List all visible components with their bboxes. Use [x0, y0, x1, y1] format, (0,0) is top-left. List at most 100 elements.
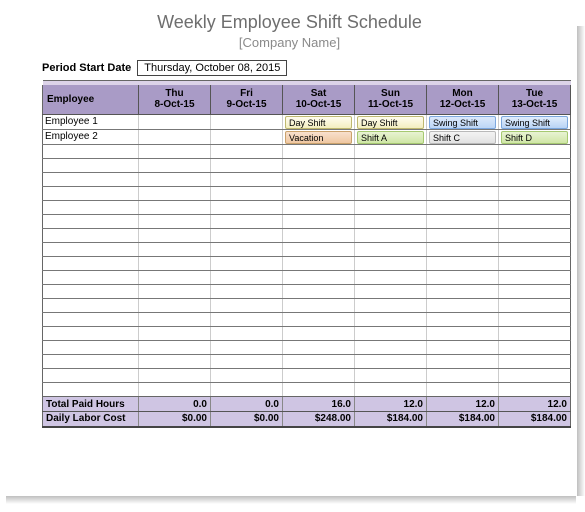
shift-cell[interactable]	[355, 145, 427, 159]
shift-cell[interactable]	[283, 327, 355, 341]
shift-cell[interactable]	[139, 229, 211, 243]
employee-name-cell[interactable]	[43, 243, 139, 257]
shift-cell[interactable]	[283, 229, 355, 243]
shift-cell[interactable]	[499, 173, 571, 187]
shift-cell[interactable]	[283, 299, 355, 313]
shift-cell[interactable]	[139, 187, 211, 201]
shift-cell[interactable]	[211, 159, 283, 173]
shift-cell[interactable]	[211, 173, 283, 187]
shift-cell[interactable]	[427, 341, 499, 355]
shift-cell[interactable]	[499, 327, 571, 341]
shift-cell[interactable]	[211, 383, 283, 397]
shift-cell[interactable]	[499, 383, 571, 397]
shift-cell[interactable]	[283, 369, 355, 383]
shift-cell[interactable]	[355, 257, 427, 271]
shift-cell[interactable]	[499, 271, 571, 285]
shift-cell[interactable]	[355, 229, 427, 243]
shift-cell[interactable]	[211, 187, 283, 201]
shift-cell[interactable]	[499, 299, 571, 313]
shift-cell[interactable]	[283, 215, 355, 229]
shift-cell[interactable]	[283, 201, 355, 215]
employee-name-cell[interactable]	[43, 313, 139, 327]
shift-cell[interactable]	[211, 327, 283, 341]
period-start-date-field[interactable]: Thursday, October 08, 2015	[137, 60, 287, 76]
employee-name-cell[interactable]	[43, 145, 139, 159]
shift-cell[interactable]	[355, 271, 427, 285]
shift-cell[interactable]	[139, 369, 211, 383]
shift-cell[interactable]	[139, 130, 211, 145]
shift-cell[interactable]	[139, 159, 211, 173]
shift-cell[interactable]	[139, 243, 211, 257]
employee-name-cell[interactable]	[43, 383, 139, 397]
shift-cell[interactable]	[427, 313, 499, 327]
employee-name-cell[interactable]: Employee 1	[43, 115, 139, 130]
shift-cell[interactable]	[283, 355, 355, 369]
shift-cell[interactable]	[283, 187, 355, 201]
shift-cell[interactable]	[211, 257, 283, 271]
shift-cell[interactable]	[355, 355, 427, 369]
shift-cell[interactable]	[355, 383, 427, 397]
employee-name-cell[interactable]	[43, 201, 139, 215]
shift-cell[interactable]	[427, 215, 499, 229]
shift-cell[interactable]	[211, 369, 283, 383]
shift-cell[interactable]	[211, 243, 283, 257]
employee-name-cell[interactable]	[43, 285, 139, 299]
shift-cell[interactable]	[499, 341, 571, 355]
shift-cell[interactable]: Day Shift	[355, 115, 427, 130]
shift-cell[interactable]	[283, 313, 355, 327]
shift-cell[interactable]	[499, 355, 571, 369]
shift-cell[interactable]	[355, 341, 427, 355]
shift-cell[interactable]	[355, 313, 427, 327]
shift-cell[interactable]	[427, 201, 499, 215]
shift-cell[interactable]	[427, 299, 499, 313]
shift-cell[interactable]	[283, 145, 355, 159]
shift-cell[interactable]: Swing Shift	[499, 115, 571, 130]
shift-cell[interactable]	[211, 130, 283, 145]
shift-cell[interactable]	[211, 355, 283, 369]
shift-cell[interactable]	[139, 383, 211, 397]
shift-cell[interactable]	[499, 201, 571, 215]
shift-cell[interactable]	[499, 159, 571, 173]
shift-cell[interactable]	[283, 285, 355, 299]
shift-cell[interactable]	[139, 173, 211, 187]
shift-cell[interactable]	[355, 299, 427, 313]
shift-cell[interactable]: Swing Shift	[427, 115, 499, 130]
shift-cell[interactable]	[427, 383, 499, 397]
shift-cell[interactable]	[139, 285, 211, 299]
shift-cell[interactable]: Day Shift	[283, 115, 355, 130]
shift-cell[interactable]: Shift D	[499, 130, 571, 145]
shift-cell[interactable]	[139, 327, 211, 341]
shift-cell[interactable]	[211, 229, 283, 243]
shift-cell[interactable]	[211, 285, 283, 299]
shift-cell[interactable]	[427, 285, 499, 299]
shift-cell[interactable]	[427, 229, 499, 243]
shift-cell[interactable]: Vacation	[283, 130, 355, 145]
shift-cell[interactable]: Shift A	[355, 130, 427, 145]
shift-cell[interactable]	[427, 257, 499, 271]
employee-name-cell[interactable]	[43, 257, 139, 271]
employee-name-cell[interactable]: Employee 2	[43, 130, 139, 145]
shift-cell[interactable]	[499, 145, 571, 159]
shift-cell[interactable]	[283, 383, 355, 397]
shift-cell[interactable]	[427, 271, 499, 285]
shift-cell[interactable]	[427, 355, 499, 369]
shift-cell[interactable]	[139, 299, 211, 313]
shift-cell[interactable]	[355, 327, 427, 341]
shift-cell[interactable]	[499, 285, 571, 299]
shift-cell[interactable]	[355, 159, 427, 173]
shift-cell[interactable]	[499, 229, 571, 243]
employee-name-cell[interactable]	[43, 229, 139, 243]
shift-cell[interactable]	[427, 187, 499, 201]
shift-cell[interactable]	[283, 257, 355, 271]
shift-cell[interactable]	[283, 173, 355, 187]
shift-cell[interactable]	[355, 201, 427, 215]
shift-cell[interactable]: Shift C	[427, 130, 499, 145]
shift-cell[interactable]	[355, 173, 427, 187]
shift-cell[interactable]	[499, 313, 571, 327]
shift-cell[interactable]	[499, 257, 571, 271]
shift-cell[interactable]	[427, 173, 499, 187]
shift-cell[interactable]	[427, 327, 499, 341]
shift-cell[interactable]	[355, 215, 427, 229]
employee-name-cell[interactable]	[43, 187, 139, 201]
shift-cell[interactable]	[139, 201, 211, 215]
